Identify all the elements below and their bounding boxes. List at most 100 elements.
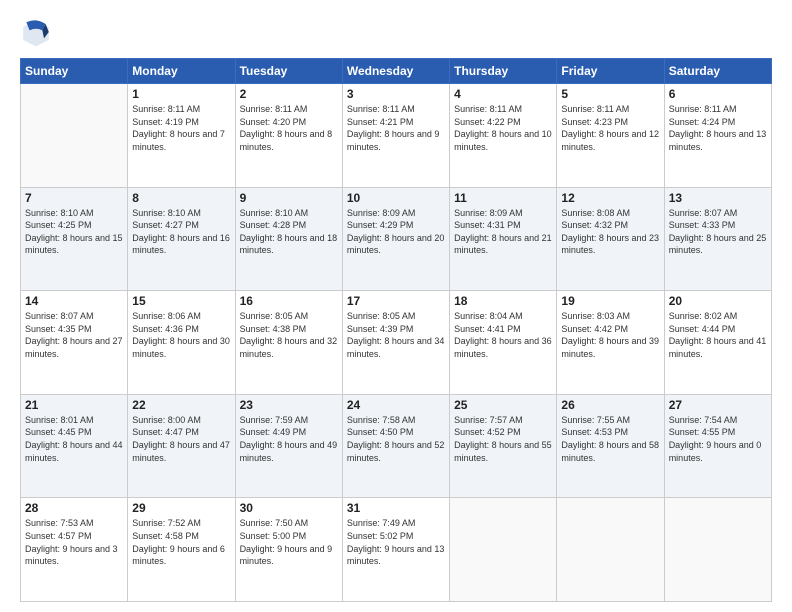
calendar-cell: 5Sunrise: 8:11 AMSunset: 4:23 PMDaylight…: [557, 84, 664, 188]
day-header: Thursday: [450, 59, 557, 84]
logo-icon: [20, 16, 52, 48]
day-number: 14: [25, 294, 123, 308]
calendar-cell: 22 Sunrise: 8:00 AMSunset: 4:47 PMDayligh…: [128, 394, 235, 498]
day-info: Sunrise: 7:50 AMSunset: 5:00 PMDaylight:…: [240, 517, 338, 567]
day-number: 22: [132, 398, 230, 412]
day-info: Sunrise: 8:07 AMSunset: 4:35 PMDaylight:…: [25, 310, 123, 360]
calendar-cell: 20 Sunrise: 8:02 AMSunset: 4:44 PMDayligh…: [664, 291, 771, 395]
day-info: Sunrise: 8:01 AMSunset: 4:45 PMDaylight:…: [25, 414, 123, 464]
calendar-cell: 24 Sunrise: 7:58 AMSunset: 4:50 PMDayligh…: [342, 394, 449, 498]
day-number: 25: [454, 398, 552, 412]
day-number: 4: [454, 87, 552, 101]
day-info: Sunrise: 8:10 AMSunset: 4:25 PMDaylight:…: [25, 207, 123, 257]
day-header: Friday: [557, 59, 664, 84]
header-row: SundayMondayTuesdayWednesdayThursdayFrid…: [21, 59, 772, 84]
day-number: 17: [347, 294, 445, 308]
calendar-cell: 8Sunrise: 8:10 AMSunset: 4:27 PMDaylight…: [128, 187, 235, 291]
calendar-cell: 6 Sunrise: 8:11 AMSunset: 4:24 PMDaylight…: [664, 84, 771, 188]
calendar-table: SundayMondayTuesdayWednesdayThursdayFrid…: [20, 58, 772, 602]
calendar-cell: 26 Sunrise: 7:55 AMSunset: 4:53 PMDayligh…: [557, 394, 664, 498]
day-number: 1: [132, 87, 230, 101]
day-number: 16: [240, 294, 338, 308]
day-number: 26: [561, 398, 659, 412]
calendar-cell: 30 Sunrise: 7:50 AMSunset: 5:00 PMDayligh…: [235, 498, 342, 602]
day-info: Sunrise: 8:10 AMSunset: 4:28 PMDaylight:…: [240, 207, 338, 257]
calendar-cell: 31 Sunrise: 7:49 AMSunset: 5:02 PMDayligh…: [342, 498, 449, 602]
calendar-cell: 14 Sunrise: 8:07 AMSunset: 4:35 PMDayligh…: [21, 291, 128, 395]
day-number: 31: [347, 501, 445, 515]
calendar-cell: 7 Sunrise: 8:10 AMSunset: 4:25 PMDaylight…: [21, 187, 128, 291]
day-info: Sunrise: 8:02 AMSunset: 4:44 PMDaylight:…: [669, 310, 767, 360]
day-info: Sunrise: 7:49 AMSunset: 5:02 PMDaylight:…: [347, 517, 445, 567]
day-number: 8: [132, 191, 230, 205]
day-info: Sunrise: 8:08 AMSunset: 4:32 PMDaylight:…: [561, 207, 659, 257]
calendar-week-row: 28 Sunrise: 7:53 AMSunset: 4:57 PMDayligh…: [21, 498, 772, 602]
page: SundayMondayTuesdayWednesdayThursdayFrid…: [0, 0, 792, 612]
calendar-cell: 12Sunrise: 8:08 AMSunset: 4:32 PMDayligh…: [557, 187, 664, 291]
calendar-cell: 19Sunrise: 8:03 AMSunset: 4:42 PMDayligh…: [557, 291, 664, 395]
day-header: Tuesday: [235, 59, 342, 84]
day-info: Sunrise: 8:06 AMSunset: 4:36 PMDaylight:…: [132, 310, 230, 360]
day-info: Sunrise: 8:11 AMSunset: 4:20 PMDaylight:…: [240, 103, 338, 153]
day-number: 13: [669, 191, 767, 205]
calendar-cell: 17 Sunrise: 8:05 AMSunset: 4:39 PMDayligh…: [342, 291, 449, 395]
day-info: Sunrise: 7:54 AMSunset: 4:55 PMDaylight:…: [669, 414, 767, 464]
day-info: Sunrise: 8:11 AMSunset: 4:21 PMDaylight:…: [347, 103, 445, 153]
day-number: 29: [132, 501, 230, 515]
day-info: Sunrise: 8:05 AMSunset: 4:39 PMDaylight:…: [347, 310, 445, 360]
calendar-cell: 23Sunrise: 7:59 AMSunset: 4:49 PMDayligh…: [235, 394, 342, 498]
calendar-cell: 9Sunrise: 8:10 AMSunset: 4:28 PMDaylight…: [235, 187, 342, 291]
day-info: Sunrise: 8:11 AMSunset: 4:23 PMDaylight:…: [561, 103, 659, 153]
day-number: 3: [347, 87, 445, 101]
calendar-cell: 1 Sunrise: 8:11 AMSunset: 4:19 PMDaylight…: [128, 84, 235, 188]
calendar-cell: 4 Sunrise: 8:11 AMSunset: 4:22 PMDaylight…: [450, 84, 557, 188]
calendar-cell: 29 Sunrise: 7:52 AMSunset: 4:58 PMDayligh…: [128, 498, 235, 602]
day-info: Sunrise: 8:07 AMSunset: 4:33 PMDaylight:…: [669, 207, 767, 257]
calendar-week-row: 21 Sunrise: 8:01 AMSunset: 4:45 PMDayligh…: [21, 394, 772, 498]
day-info: Sunrise: 8:00 AMSunset: 4:47 PMDaylight:…: [132, 414, 230, 464]
day-info: Sunrise: 7:57 AMSunset: 4:52 PMDaylight:…: [454, 414, 552, 464]
day-number: 28: [25, 501, 123, 515]
day-info: Sunrise: 8:04 AMSunset: 4:41 PMDaylight:…: [454, 310, 552, 360]
calendar-cell: 3 Sunrise: 8:11 AMSunset: 4:21 PMDaylight…: [342, 84, 449, 188]
day-number: 24: [347, 398, 445, 412]
day-info: Sunrise: 7:53 AMSunset: 4:57 PMDaylight:…: [25, 517, 123, 567]
day-info: Sunrise: 7:55 AMSunset: 4:53 PMDaylight:…: [561, 414, 659, 464]
day-number: 18: [454, 294, 552, 308]
day-info: Sunrise: 8:03 AMSunset: 4:42 PMDaylight:…: [561, 310, 659, 360]
calendar-cell: [664, 498, 771, 602]
calendar-cell: 2 Sunrise: 8:11 AMSunset: 4:20 PMDaylight…: [235, 84, 342, 188]
day-header: Saturday: [664, 59, 771, 84]
calendar-cell: 21 Sunrise: 8:01 AMSunset: 4:45 PMDayligh…: [21, 394, 128, 498]
day-info: Sunrise: 8:09 AMSunset: 4:29 PMDaylight:…: [347, 207, 445, 257]
day-number: 6: [669, 87, 767, 101]
calendar-cell: 10 Sunrise: 8:09 AMSunset: 4:29 PMDayligh…: [342, 187, 449, 291]
day-number: 20: [669, 294, 767, 308]
day-number: 2: [240, 87, 338, 101]
day-number: 10: [347, 191, 445, 205]
day-info: Sunrise: 7:52 AMSunset: 4:58 PMDaylight:…: [132, 517, 230, 567]
day-info: Sunrise: 8:11 AMSunset: 4:24 PMDaylight:…: [669, 103, 767, 153]
calendar-cell: 25 Sunrise: 7:57 AMSunset: 4:52 PMDayligh…: [450, 394, 557, 498]
day-info: Sunrise: 8:11 AMSunset: 4:22 PMDaylight:…: [454, 103, 552, 153]
day-info: Sunrise: 8:11 AMSunset: 4:19 PMDaylight:…: [132, 103, 230, 153]
day-number: 30: [240, 501, 338, 515]
day-info: Sunrise: 7:58 AMSunset: 4:50 PMDaylight:…: [347, 414, 445, 464]
calendar-cell: 28 Sunrise: 7:53 AMSunset: 4:57 PMDayligh…: [21, 498, 128, 602]
calendar-cell: [450, 498, 557, 602]
day-number: 11: [454, 191, 552, 205]
day-number: 21: [25, 398, 123, 412]
day-header: Monday: [128, 59, 235, 84]
header: [20, 16, 772, 48]
calendar-cell: 11Sunrise: 8:09 AMSunset: 4:31 PMDayligh…: [450, 187, 557, 291]
calendar-week-row: 14 Sunrise: 8:07 AMSunset: 4:35 PMDayligh…: [21, 291, 772, 395]
calendar-cell: 16 Sunrise: 8:05 AMSunset: 4:38 PMDayligh…: [235, 291, 342, 395]
day-number: 7: [25, 191, 123, 205]
day-header: Wednesday: [342, 59, 449, 84]
day-header: Sunday: [21, 59, 128, 84]
calendar-cell: [21, 84, 128, 188]
calendar-cell: 15Sunrise: 8:06 AMSunset: 4:36 PMDayligh…: [128, 291, 235, 395]
calendar-week-row: 1 Sunrise: 8:11 AMSunset: 4:19 PMDaylight…: [21, 84, 772, 188]
day-info: Sunrise: 8:05 AMSunset: 4:38 PMDaylight:…: [240, 310, 338, 360]
day-info: Sunrise: 7:59 AMSunset: 4:49 PMDaylight:…: [240, 414, 338, 464]
